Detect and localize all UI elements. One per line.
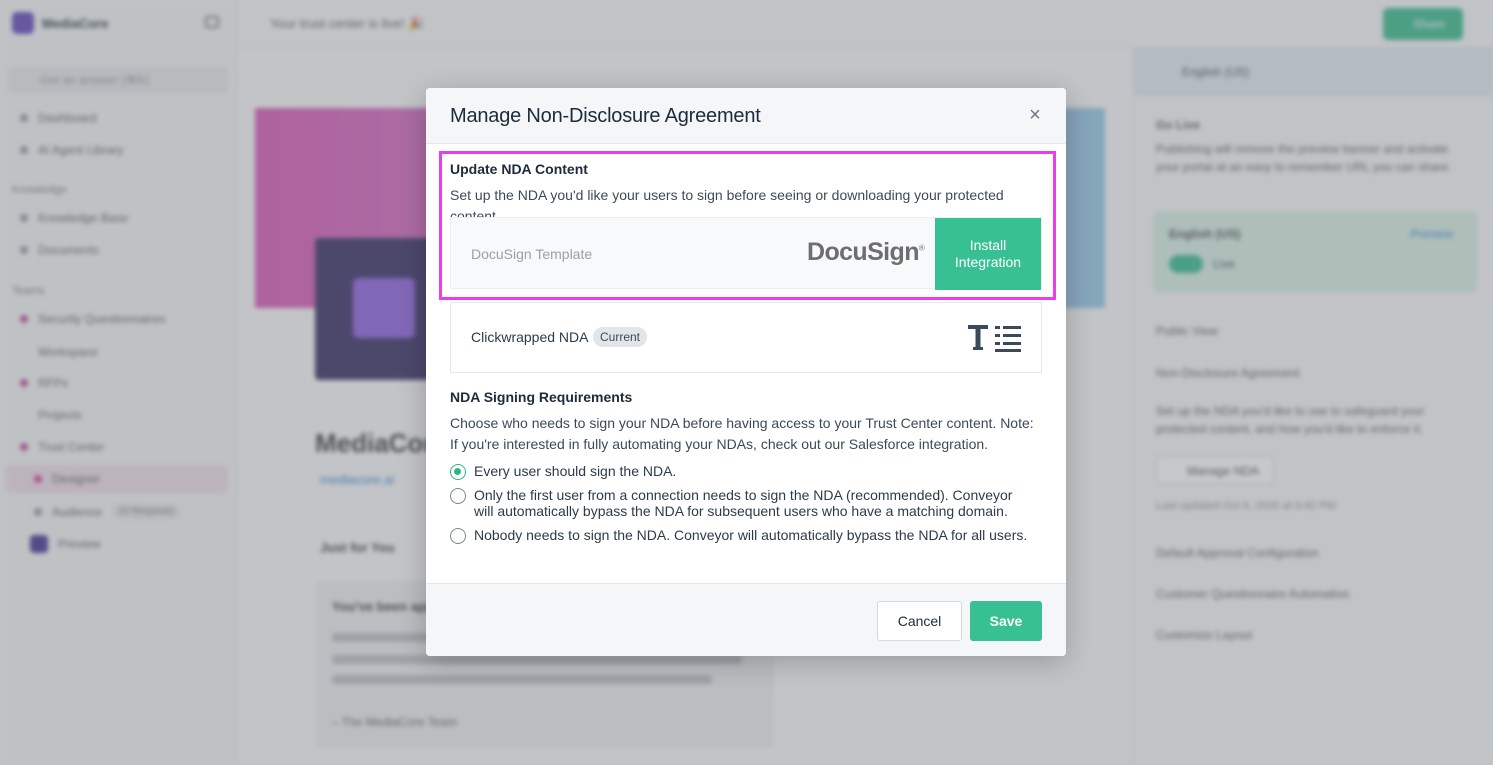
- radio-label: Only the first user from a connection ne…: [474, 487, 1013, 519]
- install-integration-button[interactable]: Install Integration: [935, 218, 1041, 290]
- nda-content-title: Update NDA Content: [450, 161, 588, 177]
- docusign-logo-mark: ®: [918, 243, 925, 253]
- radio-label: Nobody needs to sign the NDA. Conveyor w…: [474, 527, 1028, 543]
- modal-header: Manage Non-Disclosure Agreement ×: [426, 88, 1066, 144]
- signing-requirements-title: NDA Signing Requirements: [450, 389, 633, 405]
- modal-title: Manage Non-Disclosure Agreement: [450, 105, 761, 127]
- signing-requirements-description: Choose who needs to sign your NDA before…: [450, 415, 1034, 452]
- save-button[interactable]: Save: [970, 601, 1042, 641]
- radio-button[interactable]: [450, 488, 466, 504]
- docusign-logo: DocuSign®: [807, 238, 925, 267]
- docusign-option: DocuSign Template DocuSign® Install Inte…: [450, 217, 1042, 290]
- radio-nobody[interactable]: Nobody needs to sign the NDA. Conveyor w…: [450, 527, 1034, 544]
- manage-nda-modal: Manage Non-Disclosure Agreement × Update…: [426, 88, 1066, 656]
- docusign-template-label: DocuSign Template: [471, 246, 593, 262]
- modal-footer: Cancel Save: [426, 583, 1066, 656]
- clickwrapped-option[interactable]: Clickwrapped NDA Current: [450, 302, 1042, 373]
- close-icon[interactable]: ×: [1024, 105, 1046, 127]
- radio-label: Every user should sign the NDA.: [474, 463, 677, 479]
- current-badge: Current: [593, 327, 648, 347]
- radio-button[interactable]: [450, 528, 466, 544]
- docusign-logo-text: DocuSign: [807, 238, 919, 266]
- text-format-icon: [968, 325, 1021, 352]
- cancel-button[interactable]: Cancel: [877, 601, 962, 641]
- radio-first-user[interactable]: Only the first user from a connection ne…: [450, 487, 1034, 519]
- radio-button-selected[interactable]: [450, 464, 466, 480]
- clickwrapped-label: Clickwrapped NDA: [471, 329, 589, 345]
- radio-every-user[interactable]: Every user should sign the NDA.: [450, 463, 1034, 480]
